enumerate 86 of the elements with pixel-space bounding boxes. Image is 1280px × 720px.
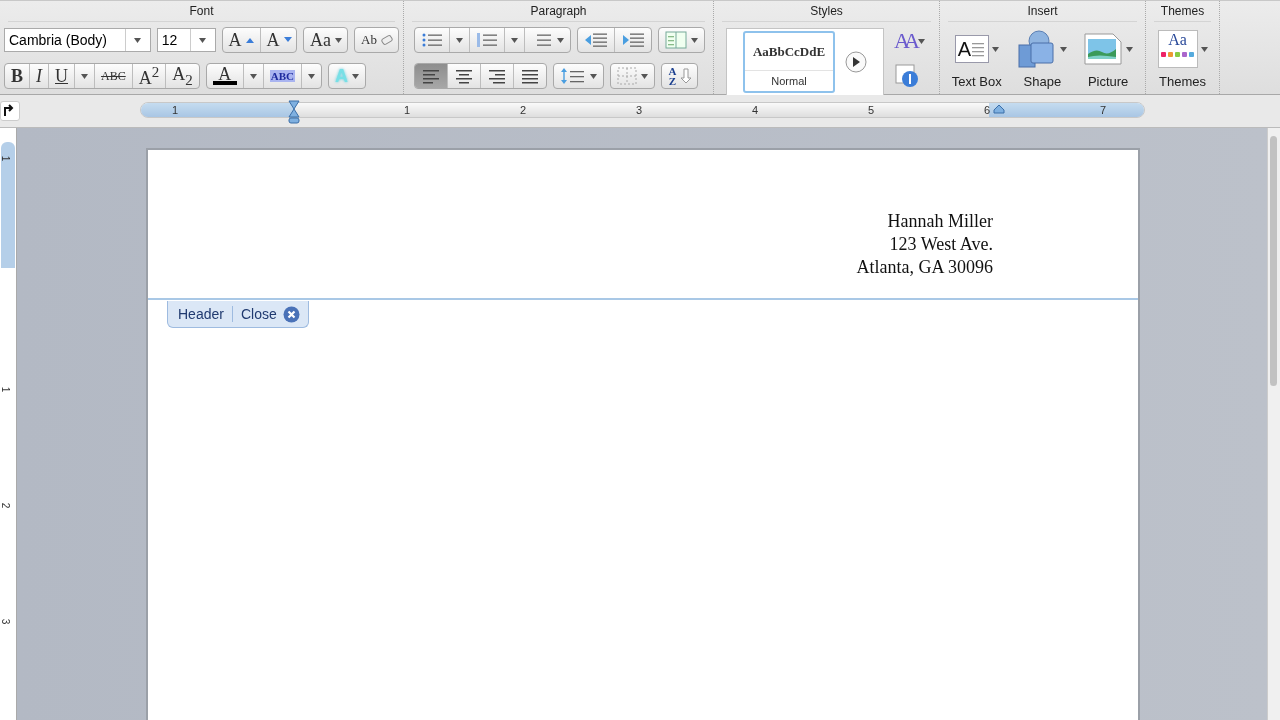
caret-icon	[641, 73, 648, 79]
right-indent-marker[interactable]	[993, 104, 1005, 114]
ruler-number: 5	[868, 104, 875, 116]
sort-button[interactable]: AZ	[662, 64, 697, 88]
caret-icon	[557, 37, 564, 43]
ruler-number: 2	[0, 502, 12, 509]
font-size-field[interactable]: 12	[156, 28, 216, 52]
ruler-number: 1	[0, 155, 12, 162]
theme-icon: Aa	[1157, 30, 1198, 68]
caret-icon	[199, 37, 207, 43]
style-preview[interactable]: AaBbCcDdE Normal	[743, 31, 835, 93]
align-center-icon	[454, 67, 474, 85]
ruler-number: 6	[984, 104, 991, 116]
eraser-icon	[380, 35, 393, 45]
ruler-number: 7	[1100, 104, 1107, 116]
font-name-field[interactable]: Cambria (Body)	[4, 28, 151, 52]
strike-button[interactable]: ABC	[95, 64, 133, 88]
ruler-number: 4	[752, 104, 759, 116]
header-text-line: 123 West Ave.	[889, 233, 993, 256]
numbered-list-icon	[476, 32, 498, 48]
up-triangle-icon	[245, 37, 254, 43]
down-arrow-icon	[680, 68, 691, 84]
line-spacing-icon	[560, 67, 586, 85]
caret-icon	[1126, 46, 1134, 52]
book-icon	[665, 31, 687, 49]
down-triangle-icon	[283, 37, 292, 43]
caret-icon	[991, 46, 999, 52]
align-justify-icon	[520, 67, 540, 85]
underline-button[interactable]: U	[49, 64, 75, 88]
tab-selector[interactable]	[0, 101, 20, 121]
caret-icon	[307, 73, 315, 79]
script-button[interactable]: A$_{2}$	[166, 64, 199, 88]
text-box-icon: A	[954, 35, 989, 63]
caret-icon	[917, 38, 925, 44]
font-color-button[interactable]: A	[206, 64, 244, 88]
ruler-number: 1	[172, 104, 179, 116]
caret-icon	[511, 37, 518, 43]
align-button[interactable]	[415, 64, 448, 88]
insert-picture-button[interactable]: Picture	[1079, 22, 1138, 89]
insert-shape-button[interactable]: Shape	[1013, 22, 1072, 89]
caret-icon	[590, 73, 597, 79]
align-right-icon	[487, 67, 507, 85]
indent-marker[interactable]	[288, 100, 300, 124]
close-icon	[282, 305, 300, 323]
group-label: Themes	[1154, 1, 1211, 22]
ruler-number: 3	[636, 104, 643, 116]
caret-icon	[456, 37, 463, 43]
caret-icon	[1200, 46, 1208, 52]
grid-icon	[617, 67, 637, 85]
indent-icon	[621, 32, 645, 48]
outdent-icon	[584, 32, 608, 48]
group-label: Insert	[948, 1, 1137, 22]
grow-font-button[interactable]: A	[222, 28, 261, 52]
picture-icon	[1083, 32, 1124, 66]
themes-button[interactable]: Aa Themes	[1150, 22, 1215, 89]
caret-icon	[249, 73, 257, 79]
group-label: Font	[8, 1, 395, 22]
ruler-number: 2	[520, 104, 527, 116]
align-left-icon	[421, 67, 441, 85]
script-button[interactable]: A$^{2}$	[132, 64, 167, 88]
italic-button[interactable]: I	[30, 64, 49, 88]
ruler-number: 1	[0, 386, 12, 393]
caret-icon	[335, 37, 342, 43]
insert-textbox-button[interactable]: A Text Box	[947, 22, 1006, 89]
caret-icon	[1060, 46, 1068, 52]
bullet-list-icon	[421, 32, 443, 48]
ruler-number: 1	[404, 104, 411, 116]
highlight-button[interactable]: ABC	[263, 64, 302, 88]
bold-button[interactable]: B	[5, 64, 30, 88]
header-text-line: Atlanta, GA 30096	[856, 256, 993, 279]
group-label: Styles	[722, 1, 931, 22]
change-styles-button[interactable]: AA	[894, 28, 925, 54]
clear-formatting-button[interactable]: Ab	[355, 28, 398, 52]
group-label: Paragraph	[412, 1, 705, 22]
scrollbar[interactable]	[1267, 128, 1280, 720]
shrink-font-button[interactable]: A	[260, 28, 296, 52]
header-text-line: Hannah Miller	[887, 210, 993, 233]
header-label: Header	[178, 306, 224, 322]
caret-icon	[81, 73, 88, 79]
change-case-button[interactable]: Aa	[304, 28, 348, 52]
play-icon[interactable]	[845, 51, 867, 73]
caret-icon	[351, 73, 359, 79]
close-header-button[interactable]: Close	[240, 305, 300, 323]
caret-icon	[134, 37, 142, 43]
caret-icon	[691, 37, 698, 43]
ruler-number: 3	[0, 618, 12, 625]
